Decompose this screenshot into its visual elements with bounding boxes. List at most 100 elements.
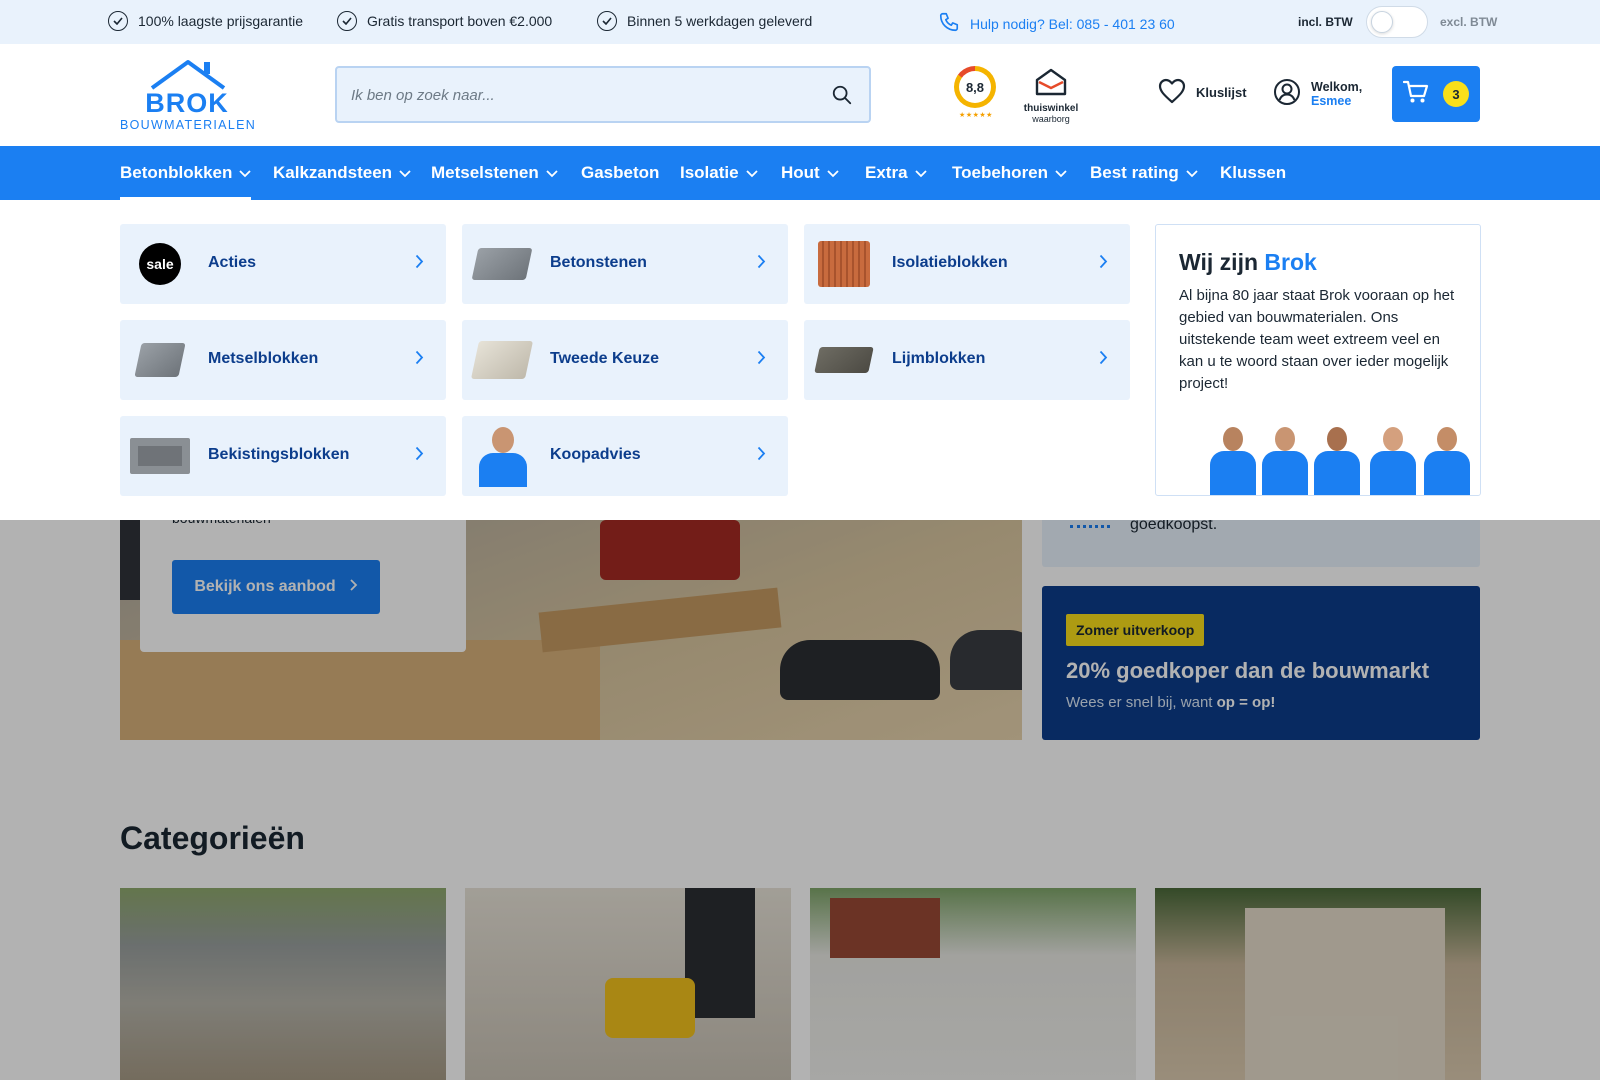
nav-label: Extra	[865, 163, 908, 182]
waarborg-text: waarborg	[1032, 114, 1070, 124]
chevron-right-icon	[757, 446, 766, 466]
topbar: 100% laagste prijsgarantie Gratis transp…	[0, 0, 1600, 44]
tile-label: Tweede Keuze	[550, 350, 660, 367]
header: BROK BOUWMATERIALEN 8,8 ★★★★★ thuiswinke…	[0, 44, 1600, 146]
nav-item-toebehoren[interactable]: Toebehoren	[952, 146, 1067, 200]
chevron-right-icon	[415, 254, 424, 274]
chevron-right-icon	[415, 446, 424, 466]
advisor-person-icon	[470, 424, 534, 488]
tile-label: Acties	[208, 254, 257, 271]
about-text: Al bijna 80 jaar staat Brok vooraan op h…	[1179, 287, 1455, 392]
search-icon[interactable]	[831, 84, 853, 111]
usp-text: Gratis transport boven €2.000	[367, 13, 553, 29]
menu-tile-metselblokken[interactable]: Metselblokken	[120, 320, 446, 400]
thuiswinkel-badge[interactable]: thuiswinkel waarborg	[1020, 68, 1082, 124]
tile-label: Betonstenen	[550, 254, 647, 271]
chevron-right-icon	[1099, 350, 1108, 370]
house-roof-icon	[150, 60, 226, 90]
tile-label: Lijmblokken	[892, 350, 986, 367]
nav-item-hout[interactable]: Hout	[781, 146, 839, 200]
check-icon	[337, 11, 357, 31]
account-link[interactable]: Welkom, Esmee	[1273, 78, 1362, 109]
logo-text: BROK	[145, 88, 229, 118]
vat-excl-label: excl. BTW	[1440, 15, 1498, 29]
nav-item-isolatie[interactable]: Isolatie	[680, 146, 758, 200]
menu-tile-koopadvies[interactable]: Koopadvies	[462, 416, 788, 496]
check-icon	[108, 11, 128, 31]
formwork-block-icon	[128, 424, 192, 488]
menu-tile-isolatieblokken[interactable]: Isolatieblokken	[804, 224, 1130, 304]
welcome-text: Welkom,	[1311, 79, 1363, 94]
menu-tile-acties[interactable]: sale Acties	[120, 224, 446, 304]
rating-score: 8,8	[959, 71, 991, 103]
chevron-right-icon	[757, 254, 766, 274]
tile-label: Bekistingsblokken	[208, 446, 350, 463]
nav-label: Isolatie	[680, 163, 739, 182]
search-input[interactable]	[351, 82, 811, 108]
nav-item-gasbeton[interactable]: Gasbeton	[581, 146, 659, 200]
vat-toggle[interactable]	[1366, 6, 1428, 38]
wishlist-link[interactable]: Kluslijst	[1158, 78, 1247, 107]
about-brok-card: Wij zijn Brok Al bijna 80 jaar staat Bro…	[1155, 224, 1481, 496]
usp-text: Binnen 5 werkdagen geleverd	[627, 13, 813, 29]
cart-button[interactable]: 3	[1392, 66, 1480, 122]
cart-count-badge: 3	[1443, 81, 1469, 107]
chevron-down-icon	[399, 163, 411, 183]
chevron-down-icon	[546, 163, 558, 183]
chevron-down-icon	[827, 163, 839, 183]
nav-item-best-rating[interactable]: Best rating	[1090, 146, 1198, 200]
user-icon	[1273, 78, 1301, 109]
about-title: Wij zijn Brok	[1179, 249, 1317, 275]
thuiswinkel-house-icon	[1035, 68, 1067, 96]
usp-text: 100% laagste prijsgarantie	[138, 13, 303, 29]
glue-block-icon	[812, 328, 876, 392]
nav-label: Toebehoren	[952, 163, 1049, 182]
phone-icon	[938, 11, 960, 36]
nav-item-extra[interactable]: Extra	[865, 146, 927, 200]
chevron-down-icon	[745, 163, 758, 183]
chevron-down-icon	[239, 163, 252, 183]
chevron-down-icon	[1055, 163, 1067, 183]
brand-logo[interactable]: BROK BOUWMATERIALEN	[120, 58, 260, 134]
mega-menu: sale Acties Betonstenen Isolatieblokken …	[0, 200, 1600, 520]
menu-tile-bekistingsblokken[interactable]: Bekistingsblokken	[120, 416, 446, 496]
nav-item-kalkzandsteen[interactable]: Kalkzandsteen	[273, 146, 411, 200]
chevron-right-icon	[415, 350, 424, 370]
user-name: Esmee	[1311, 93, 1352, 108]
nav-item-metselstenen[interactable]: Metselstenen	[431, 146, 558, 200]
rating-badge[interactable]: 8,8 ★★★★★	[954, 66, 998, 122]
search-box	[335, 66, 871, 123]
usp-item: 100% laagste prijsgarantie	[108, 11, 303, 31]
help-text: Hulp nodig? Bel: 085 - 401 23 60	[970, 15, 1175, 32]
nav-label: Betonblokken	[120, 163, 233, 182]
usp-item: Binnen 5 werkdagen geleverd	[597, 11, 812, 31]
tile-label: Metselblokken	[208, 350, 319, 367]
nav-item-klussen[interactable]: Klussen	[1220, 146, 1286, 200]
logo-subtext: BOUWMATERIALEN	[120, 118, 257, 132]
help-phone-link[interactable]: Hulp nodig? Bel: 085 - 401 23 60	[938, 11, 1175, 36]
team-photo	[1208, 421, 1478, 495]
masonry-block-icon	[128, 328, 192, 392]
concrete-brick-icon	[470, 232, 534, 296]
heart-icon	[1158, 78, 1186, 107]
menu-tile-betonstenen[interactable]: Betonstenen	[462, 224, 788, 304]
insulation-block-icon	[812, 232, 876, 296]
nav-label: Hout	[781, 163, 820, 182]
menu-tile-tweede-keuze[interactable]: Tweede Keuze	[462, 320, 788, 400]
usp-item: Gratis transport boven €2.000	[337, 11, 552, 31]
nav-label: Metselstenen	[431, 163, 539, 182]
nav-label: Gasbeton	[581, 163, 660, 182]
second-choice-block-icon	[470, 328, 534, 392]
sale-badge-icon: sale	[128, 232, 192, 296]
chevron-down-icon	[1186, 163, 1198, 183]
thuiswinkel-text: thuiswinkel	[1023, 103, 1079, 114]
chevron-down-icon	[914, 163, 927, 183]
menu-tile-lijmblokken[interactable]: Lijmblokken	[804, 320, 1130, 400]
wishlist-label: Kluslijst	[1196, 85, 1247, 100]
chevron-right-icon	[1099, 254, 1108, 274]
nav-item-betonblokken[interactable]: Betonblokken	[120, 146, 252, 200]
nav-label: Klussen	[1220, 163, 1287, 182]
nav-label: Best rating	[1090, 163, 1179, 182]
cart-icon	[1402, 80, 1429, 109]
chevron-right-icon	[757, 350, 766, 370]
